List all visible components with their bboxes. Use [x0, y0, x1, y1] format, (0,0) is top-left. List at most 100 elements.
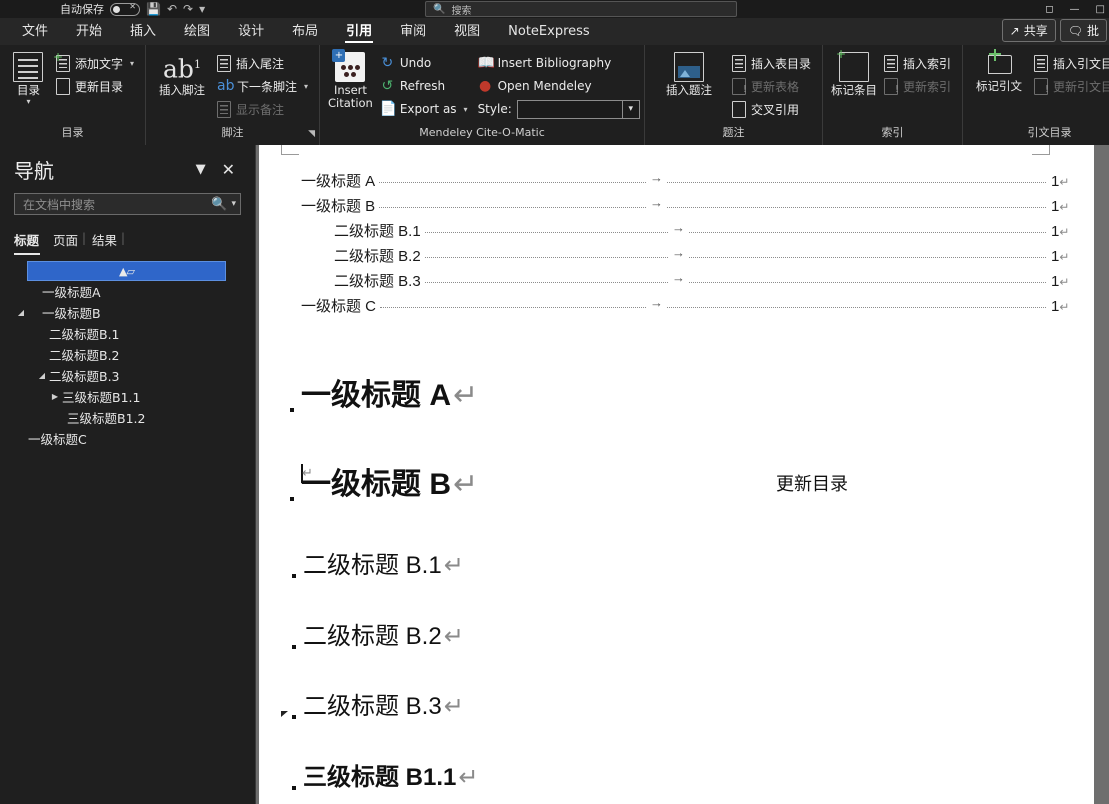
toc-entry[interactable]: 二级标题 B.3 → 1↵ — [259, 270, 1094, 295]
tree-item-heading-b11[interactable]: ▶ 三级标题B1.1 — [0, 386, 255, 407]
chevron-collapsed-icon[interactable]: ▶ — [48, 392, 62, 401]
tab-home[interactable]: 开始 — [62, 18, 116, 45]
document-area[interactable]: 一级标题 A → 1↵ 一级标题 B → 1↵ 二级标题 B.1 → 1↵ 二级… — [256, 145, 1109, 804]
tree-item-heading-b12[interactable]: 三级标题B1.2 — [0, 407, 255, 428]
add-text-button[interactable]: + 添加文字 ▾ — [53, 51, 137, 74]
nav-tab-results[interactable]: | 结果 — [92, 230, 131, 253]
tab-draw[interactable]: 绘图 — [170, 18, 224, 45]
chevron-down-icon[interactable]: ▾ — [231, 199, 236, 209]
undo-icon[interactable]: ↶ — [167, 3, 177, 15]
open-mendeley-button[interactable]: ● Open Mendeley — [475, 75, 643, 97]
comments-button[interactable]: 🗨 批 — [1059, 19, 1107, 42]
insert-table-of-authorities-button[interactable]: 插入引文目录 — [1031, 52, 1109, 74]
tree-item-heading-b[interactable]: ◢ 一级标题B — [0, 302, 255, 323]
citation-style-select[interactable]: ▾ — [516, 99, 640, 119]
document-heading-2-b1[interactable]: 二级标题 B.1 ↵ — [292, 545, 464, 580]
update-toc-button[interactable]: 更新目录 — [53, 75, 137, 97]
authorities-commands: 插入引文目录 ! 更新引文目录 — [1031, 50, 1109, 97]
tab-view[interactable]: 视图 — [440, 18, 494, 45]
next-footnote-button[interactable]: ab 下一条脚注 ▾ — [214, 75, 311, 97]
tree-item-heading-b1[interactable]: 二级标题B.1 — [0, 323, 255, 344]
chevron-down-icon[interactable]: ▾ — [199, 3, 205, 15]
group-label-footnotes-text: 脚注 — [221, 126, 244, 139]
dialog-launcher-icon[interactable]: ◥ — [308, 126, 315, 142]
chevron-down-icon[interactable]: ▾ — [464, 105, 468, 114]
mendeley-icon: ● — [478, 78, 492, 94]
chevron-down-icon[interactable]: ▾ — [26, 98, 30, 106]
autosave-toggle[interactable] — [110, 2, 140, 16]
tree-item-heading-c[interactable]: 一级标题C — [0, 428, 255, 449]
mendeley-undo-button[interactable]: ↻ Undo — [377, 52, 471, 74]
tab-file[interactable]: 文件 — [8, 18, 62, 45]
table-of-contents-field[interactable]: 一级标题 A → 1↵ 一级标题 B → 1↵ 二级标题 B.1 → 1↵ 二级… — [259, 170, 1094, 320]
toc-entry-page: 1↵ — [1048, 298, 1094, 315]
insert-caption-button[interactable]: 插入题注 — [653, 50, 725, 97]
collapse-triangle-icon[interactable] — [281, 711, 288, 717]
tab-insert[interactable]: 插入 — [116, 18, 170, 45]
tab-design[interactable]: 设计 — [224, 18, 278, 45]
nav-tab-headings[interactable]: 标题 — [14, 230, 53, 255]
tree-item-heading-a[interactable]: 一级标题A — [0, 281, 255, 302]
document-heading-2-b2[interactable]: 二级标题 B.2 ↵ — [292, 616, 464, 651]
minimize-button[interactable]: — — [1070, 4, 1080, 15]
table-of-contents-button[interactable]: 目录 ▾ — [8, 50, 49, 106]
search-icon[interactable]: 🔍 — [211, 197, 227, 212]
update-index-button: ! 更新索引 — [881, 75, 954, 97]
toc-entry[interactable]: 一级标题 B → 1↵ — [259, 195, 1094, 220]
mendeley-export-label: Export as — [399, 102, 457, 116]
maximize-button[interactable]: □ — [1096, 4, 1105, 15]
nav-tab-pages-label: 页面 — [53, 233, 79, 248]
mendeley-export-button[interactable]: 📄 Export as ▾ — [377, 98, 471, 120]
chevron-expanded-icon[interactable]: ◢ — [35, 371, 49, 380]
insert-index-button[interactable]: 插入索引 — [881, 52, 954, 74]
document-page[interactable]: 一级标题 A → 1↵ 一级标题 B → 1↵ 二级标题 B.1 → 1↵ 二级… — [259, 145, 1094, 804]
chevron-down-icon[interactable]: ▾ — [304, 82, 308, 91]
update-index-icon: ! — [884, 77, 899, 95]
chevron-down-icon[interactable]: ▾ — [130, 59, 134, 68]
chevron-down-icon[interactable]: ▼ — [188, 162, 214, 177]
close-icon[interactable]: ✕ — [214, 160, 243, 179]
toc-entry[interactable]: 一级标题 A → 1↵ — [259, 170, 1094, 195]
insert-bibliography-button[interactable]: 📖 Insert Bibliography — [475, 52, 643, 74]
tab-layout[interactable]: 布局 — [278, 18, 332, 45]
tab-noteexpress[interactable]: NoteExpress — [494, 18, 604, 45]
document-heading-2-b3[interactable]: 二级标题 B.3 ↵ — [281, 686, 464, 721]
tree-item-heading-b3[interactable]: ◢ 二级标题B.3 — [0, 365, 255, 386]
tree-item-heading-b2[interactable]: 二级标题B.2 — [0, 344, 255, 365]
document-heading-1-a[interactable]: 一级标题 A ↵ — [290, 370, 478, 414]
insert-citation-icon: + — [332, 49, 366, 82]
mendeley-commands-right: 📖 Insert Bibliography ● Open Mendeley St… — [475, 50, 643, 120]
group-label-authorities: 引文目录 — [1027, 126, 1072, 139]
tree-item-toc-field[interactable]: ▲▱ — [27, 261, 226, 281]
toc-entry[interactable]: 二级标题 B.1 → 1↵ — [259, 220, 1094, 245]
mendeley-refresh-button[interactable]: ↺ Refresh — [377, 75, 471, 97]
insert-table-of-figures-button[interactable]: 插入表目录 — [729, 52, 814, 74]
toc-entry[interactable]: 二级标题 B.2 → 1↵ — [259, 245, 1094, 270]
cross-reference-button[interactable]: 交叉引用 — [729, 98, 814, 120]
navigation-search-input[interactable]: 在文档中搜索 🔍 ▾ — [14, 193, 241, 215]
toc-entry[interactable]: 一级标题 C → 1↵ — [259, 295, 1094, 320]
chevron-expanded-icon[interactable]: ◢ — [14, 308, 28, 317]
tab-references[interactable]: 引用 — [332, 18, 386, 45]
nav-tab-pages[interactable]: | 页面 — [53, 230, 92, 253]
document-heading-text: 一级标题 A — [301, 379, 451, 412]
insert-endnote-button[interactable]: 插入尾注 — [214, 52, 311, 74]
update-table-of-authorities-icon: ! — [1034, 77, 1049, 95]
search-input[interactable]: 🔍 搜索 — [425, 1, 737, 17]
insert-footnote-button[interactable]: ab1 插入脚注 — [154, 50, 210, 97]
divider: | — [81, 230, 87, 245]
insert-citation-button[interactable]: + Insert Citation — [328, 49, 373, 110]
mark-citation-button[interactable]: 标记引文 — [971, 49, 1027, 93]
restore-icon[interactable]: ◻ — [1045, 4, 1053, 15]
autosave-label: 自动保存 — [60, 3, 104, 16]
redo-icon[interactable]: ↷ — [183, 3, 193, 15]
tab-review[interactable]: 审阅 — [386, 18, 440, 45]
save-icon[interactable]: 💾 — [146, 3, 161, 15]
document-heading-3-b11[interactable]: 三级标题 B1.1 ↵ — [292, 757, 478, 792]
document-heading-1-b[interactable]: 一级标题 B ↵ — [290, 459, 478, 503]
mark-entry-button[interactable]: + 标记条目 — [831, 48, 877, 97]
share-button[interactable]: ↗ 共享 — [1001, 19, 1056, 42]
chevron-down-icon[interactable]: ▾ — [621, 100, 639, 118]
mendeley-commands-left: ↻ Undo ↺ Refresh 📄 Export as ▾ — [377, 50, 471, 120]
update-table-of-authorities-label: 更新引文目录 — [1053, 79, 1109, 94]
